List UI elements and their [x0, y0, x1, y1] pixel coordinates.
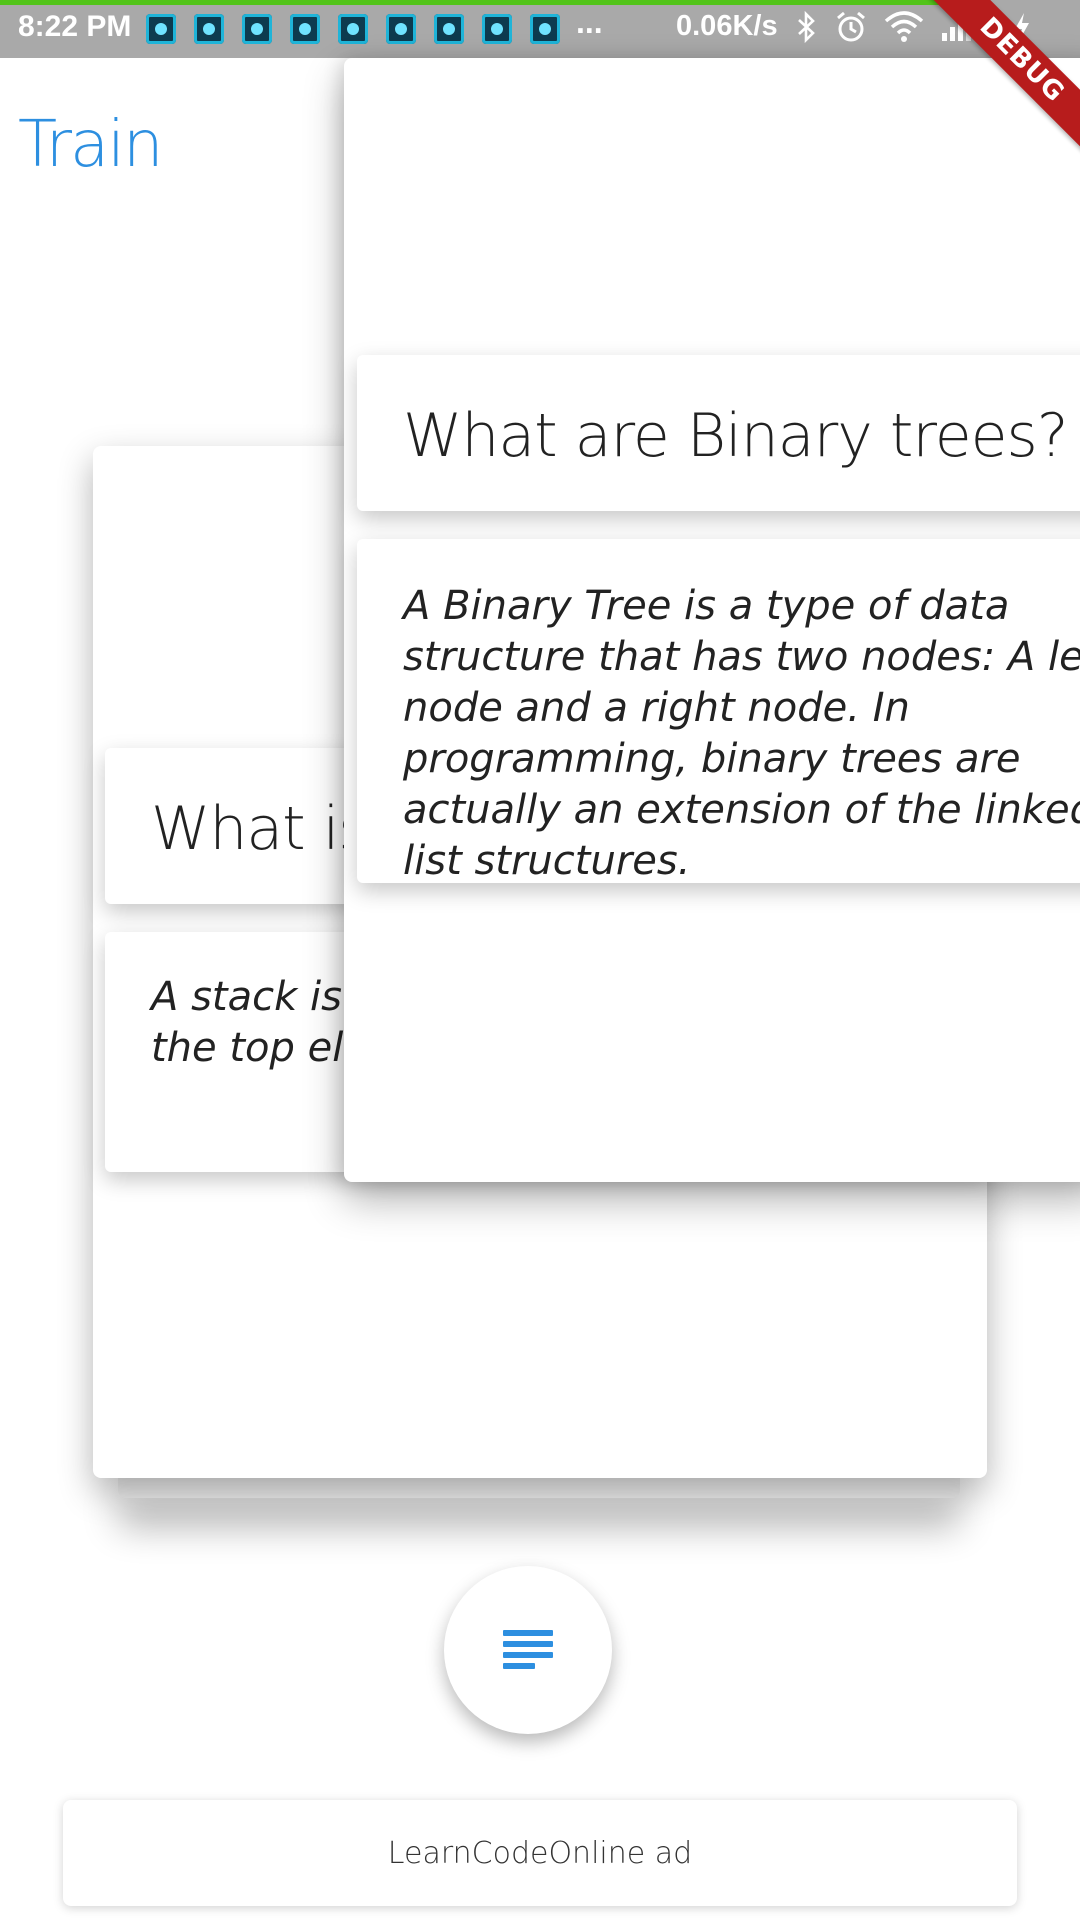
wifi-icon: [884, 11, 924, 52]
app-notification-icon: [482, 14, 512, 44]
flashcard-front[interactable]: What are Binary trees? A Binary Tree is …: [344, 58, 1080, 1182]
question-text: What are Binary trees?: [403, 401, 1069, 471]
page-title: Train: [18, 108, 164, 182]
app-notification-icon: [242, 14, 272, 44]
alarm-icon: [834, 10, 868, 53]
status-bar: 8:22 PM ... 0.06K/s: [0, 0, 1080, 58]
app-notification-icon: [530, 14, 560, 44]
question-panel: What are Binary trees?: [357, 355, 1080, 511]
list-fab-button[interactable]: [444, 1566, 612, 1734]
app-notification-icon: [386, 14, 416, 44]
app-notification-icon: [194, 14, 224, 44]
bluetooth-icon: [796, 10, 818, 52]
app-notification-icon: [290, 14, 320, 44]
progress-line: [0, 0, 950, 5]
app-notification-icon: [434, 14, 464, 44]
app-notification-icon: [338, 14, 368, 44]
ad-label: LearnCodeOnline ad: [387, 1835, 693, 1871]
notification-icons: [146, 14, 560, 44]
network-speed: 0.06K/s: [676, 10, 778, 42]
answer-text: A Binary Tree is a type of data structur…: [403, 583, 1080, 883]
ad-banner[interactable]: LearnCodeOnline ad: [63, 1800, 1017, 1906]
answer-panel: A Binary Tree is a type of data structur…: [357, 539, 1080, 883]
status-time: 8:22 PM: [18, 10, 132, 43]
more-notifications: ...: [576, 4, 603, 40]
list-icon: [503, 1630, 553, 1670]
app-notification-icon: [146, 14, 176, 44]
